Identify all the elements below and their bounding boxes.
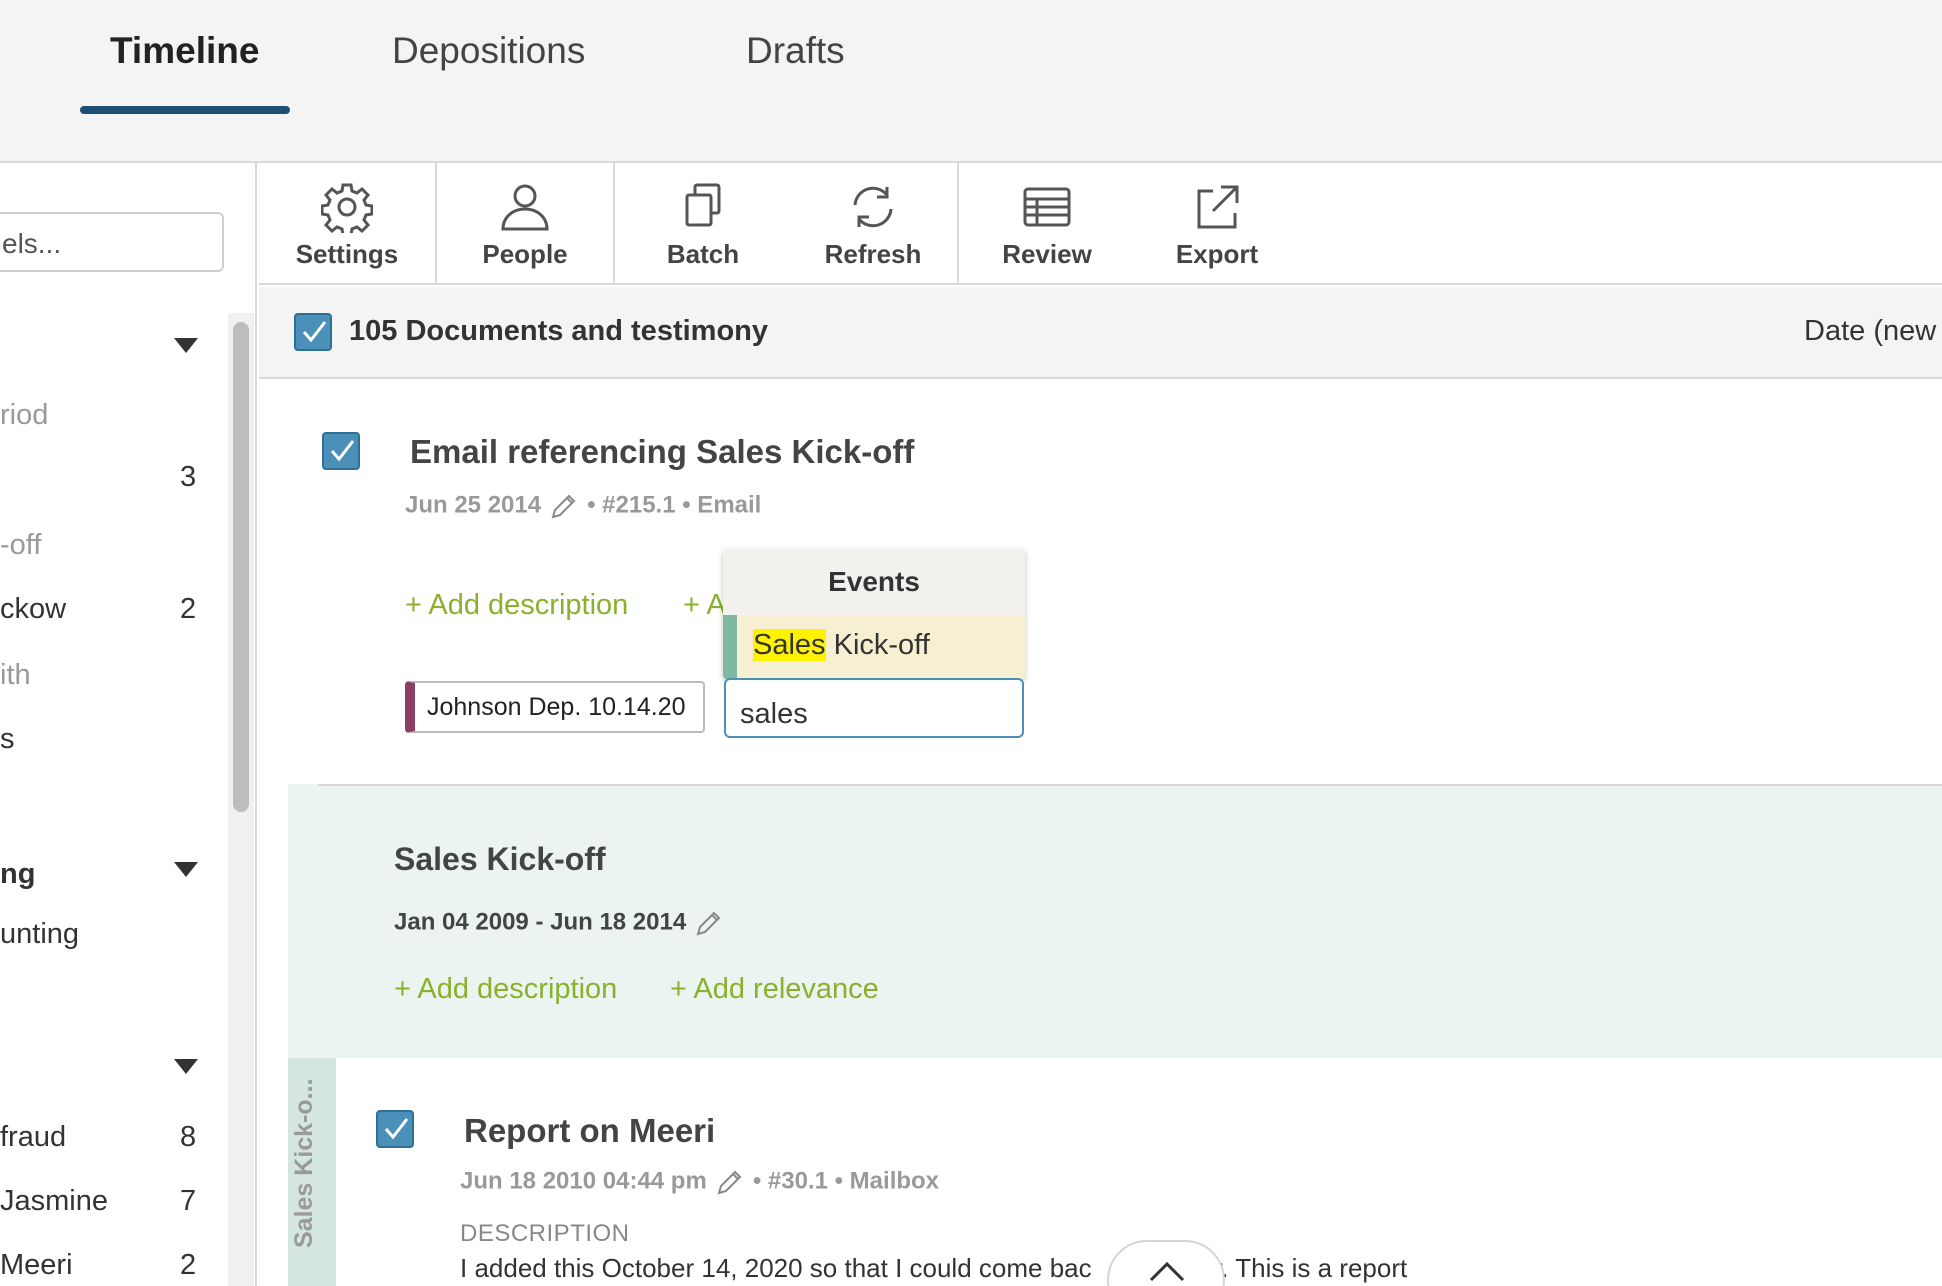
export-button[interactable]: Export	[1135, 163, 1299, 283]
table-icon	[1023, 187, 1071, 227]
event-title[interactable]: Sales Kick-off	[394, 841, 606, 878]
add-event-link[interactable]: + A	[683, 589, 726, 622]
description-text-part: er. This is a report	[1199, 1253, 1408, 1283]
active-tab-indicator	[80, 106, 290, 114]
sidebar-group-label[interactable]: ng	[0, 858, 35, 891]
entry-title[interactable]: Report on Meeri	[464, 1112, 715, 1150]
dropdown-header: Events	[723, 549, 1025, 615]
filter-sidebar: els... riod 3 -off ckow 2 ith s ng untin…	[0, 163, 257, 1286]
match-highlight: Sales	[753, 629, 826, 661]
list-header: 105 Documents and testimony Date (new	[259, 287, 1942, 379]
document-count-title: 105 Documents and testimony	[349, 315, 768, 347]
review-button[interactable]: Review	[959, 163, 1135, 283]
event-side-label: Sales Kick-o...	[288, 1058, 336, 1258]
refresh-label: Refresh	[824, 239, 922, 269]
sidebar-item-label[interactable]: s	[0, 723, 15, 756]
description-text-part: I added this October 14, 2020 so that I …	[460, 1253, 1092, 1283]
collapse-caret-icon[interactable]	[174, 338, 198, 353]
tab-timeline[interactable]: Timeline	[110, 30, 259, 72]
batch-label: Batch	[666, 239, 740, 269]
sidebar-item-label[interactable]: ckow	[0, 593, 66, 626]
event-suggestions-dropdown: Events Sales Kick-off	[723, 549, 1025, 679]
add-relevance-link[interactable]: + Add relevance	[670, 973, 879, 1006]
sidebar-item-label[interactable]: Meeri	[0, 1249, 73, 1282]
sidebar-item-label[interactable]: ith	[0, 659, 31, 692]
sidebar-item-count: 2	[180, 1249, 197, 1281]
option-label: Kick-off	[825, 629, 930, 661]
checkmark-icon	[384, 1118, 409, 1140]
divider	[318, 784, 1942, 786]
entry-meta: Jun 25 2014 • #215.1 • Email	[405, 491, 761, 521]
add-description-link[interactable]: + Add description	[405, 589, 628, 622]
sidebar-item-label[interactable]: fraud	[0, 1121, 66, 1154]
event-date-range-row: Jan 04 2009 - Jun 18 2014	[394, 908, 732, 938]
sidebar-item-count: 3	[180, 461, 197, 493]
top-tab-bar: Timeline Depositions Drafts	[0, 0, 1942, 163]
pencil-icon[interactable]	[549, 491, 579, 521]
description-text: I added this October 14, 2020 so that I …	[460, 1253, 1407, 1284]
sidebar-item-label[interactable]: unting	[0, 918, 79, 951]
pencil-icon[interactable]	[715, 1167, 745, 1197]
export-label: Export	[1175, 239, 1259, 269]
checkmark-icon	[302, 321, 327, 343]
collapse-caret-icon[interactable]	[174, 1059, 198, 1074]
action-toolbar: Settings People Batch Refresh Review Exp…	[259, 163, 1942, 285]
sidebar-item-count: 8	[180, 1121, 197, 1153]
refresh-button[interactable]: Refresh	[791, 163, 955, 283]
checkmark-icon	[330, 440, 355, 462]
review-label: Review	[1002, 239, 1092, 269]
entry-checkbox[interactable]	[376, 1110, 414, 1148]
entry-title[interactable]: Email referencing Sales Kick-off	[410, 433, 914, 471]
entry-ref: • #30.1 • Mailbox	[752, 1167, 940, 1195]
person-icon	[501, 184, 549, 231]
sidebar-search-input[interactable]: els...	[0, 212, 224, 272]
description-label: DESCRIPTION	[460, 1220, 630, 1247]
gear-icon	[321, 183, 373, 233]
entry-date: Jun 25 2014	[405, 491, 542, 519]
entry-ref: • #215.1 • Email	[587, 491, 762, 519]
sidebar-scrollbar[interactable]	[233, 322, 249, 812]
entry-meta: Jun 18 2010 04:44 pm • #30.1 • Mailbox	[460, 1167, 939, 1197]
sidebar-item-count: 7	[180, 1185, 197, 1217]
batch-button[interactable]: Batch	[615, 163, 791, 283]
sidebar-item-label[interactable]: -off	[0, 529, 41, 562]
sort-dropdown[interactable]: Date (new	[1804, 315, 1936, 348]
people-button[interactable]: People	[437, 163, 613, 283]
event-search-input[interactable]	[724, 678, 1024, 738]
sidebar-item-label[interactable]: Jasmine	[0, 1185, 108, 1218]
external-link-icon	[1197, 185, 1239, 229]
entry-date: Jun 18 2010 04:44 pm	[460, 1167, 707, 1195]
pencil-icon[interactable]	[694, 908, 724, 938]
event-side-text: Sales Kick-o...	[290, 1078, 318, 1248]
tab-drafts[interactable]: Drafts	[746, 30, 845, 72]
deposition-tag[interactable]: Johnson Dep. 10.14.20	[405, 681, 705, 733]
settings-label: Settings	[295, 239, 399, 269]
event-date-range: Jan 04 2009 - Jun 18 2014	[394, 908, 687, 936]
scroll-up-button[interactable]	[1107, 1240, 1225, 1286]
copy-stack-icon	[685, 183, 721, 227]
tab-depositions[interactable]: Depositions	[392, 30, 585, 72]
select-all-checkbox[interactable]	[294, 313, 332, 351]
settings-button[interactable]: Settings	[259, 163, 435, 283]
people-label: People	[482, 239, 568, 269]
sidebar-item-count: 2	[180, 593, 197, 625]
sidebar-item-label[interactable]: riod	[0, 399, 48, 432]
collapse-caret-icon[interactable]	[174, 862, 198, 877]
refresh-icon	[853, 186, 893, 228]
chevron-up-icon	[1149, 1261, 1185, 1282]
entry-checkbox[interactable]	[322, 432, 360, 470]
add-description-link[interactable]: + Add description	[394, 973, 617, 1006]
dropdown-option-sales-kick-off[interactable]: Sales Kick-off	[723, 615, 1025, 679]
